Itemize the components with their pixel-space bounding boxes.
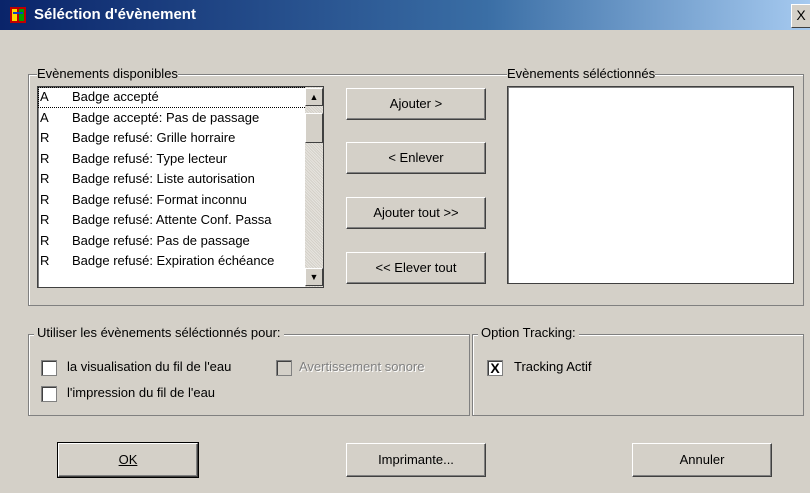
cancel-button-label: Annuler: [679, 452, 725, 467]
sound-alert-checkbox: [276, 360, 292, 376]
scroll-down-button[interactable]: ▼: [305, 268, 323, 286]
event-code: A: [40, 109, 49, 125]
remove-button-label: < Enlever: [388, 150, 444, 165]
event-label: Badge refusé: Format inconnu: [72, 191, 247, 207]
check-mark-icon: X: [490, 360, 500, 376]
scroll-up-button[interactable]: ▲: [305, 88, 323, 106]
event-label: Badge accepté: [72, 89, 159, 104]
list-item[interactable]: R Badge refusé: Format inconnu: [38, 190, 323, 211]
tracking-label: Option Tracking:: [478, 325, 579, 340]
selected-events-list[interactable]: [507, 86, 794, 284]
event-code: R: [40, 232, 50, 248]
event-code: R: [40, 191, 50, 207]
add-all-button[interactable]: Ajouter tout >>: [346, 197, 486, 229]
arrow-up-icon: ▲: [309, 92, 319, 102]
event-code: R: [40, 150, 50, 166]
event-code: R: [40, 212, 50, 227]
remove-all-button[interactable]: << Elever tout: [346, 252, 486, 284]
add-button-label: Ajouter >: [389, 96, 443, 111]
event-label: Badge accepté: Pas de passage: [72, 109, 260, 125]
add-button[interactable]: Ajouter >: [346, 88, 486, 120]
ok-button-label: OK: [118, 452, 138, 467]
event-label: Badge refusé: Grille horraire: [72, 130, 236, 145]
ok-button[interactable]: OK: [57, 442, 199, 478]
available-events-scrollbar[interactable]: ▲ ▼: [305, 87, 323, 287]
cancel-button[interactable]: Annuler: [632, 443, 772, 477]
print-checkbox[interactable]: [41, 386, 57, 402]
event-label: Badge refusé: Liste autorisation: [72, 171, 255, 186]
event-code: R: [40, 171, 50, 186]
selected-events-label: Evènements séléctionnés: [507, 66, 656, 81]
list-item[interactable]: R Badge refusé: Grille horraire: [38, 128, 323, 149]
title-bar: Séléction d'évènement X: [0, 0, 810, 30]
arrow-down-icon: ▼: [309, 272, 319, 282]
add-all-button-label: Ajouter tout >>: [373, 205, 459, 220]
close-button[interactable]: X: [791, 4, 810, 28]
remove-all-button-label: << Elever tout: [375, 260, 457, 275]
printer-button[interactable]: Imprimante...: [346, 443, 486, 477]
list-item[interactable]: R Badge refusé: Pas de passage: [38, 231, 323, 252]
list-item[interactable]: A Badge accepté: [38, 87, 323, 108]
list-item[interactable]: R Badge refusé: Type lecteur: [38, 149, 323, 170]
available-events-list[interactable]: A Badge accepté A Badge accepté: Pas de pas…: [37, 86, 324, 288]
close-icon: X: [796, 7, 806, 23]
available-events-label: Evènements disponibles: [37, 66, 178, 81]
event-code: R: [40, 130, 50, 145]
available-events-rows: A Badge accepté A Badge accepté: Pas de pas…: [38, 87, 323, 272]
tracking-group: [472, 334, 804, 416]
event-code: R: [40, 253, 50, 268]
use-for-label: Utiliser les évènements séléctionnés pou…: [34, 325, 284, 340]
list-item[interactable]: R Badge refusé: Liste autorisation: [38, 169, 323, 190]
event-label: Badge refusé: Expiration échéance: [72, 253, 275, 268]
print-label: l'impression du fil de l'eau: [67, 385, 216, 400]
app-icon: [10, 7, 26, 23]
sound-alert-label: Avertissement sonore: [299, 359, 425, 374]
tracking-checkbox[interactable]: X: [487, 360, 503, 376]
event-label: Badge refusé: Pas de passage: [72, 232, 250, 248]
remove-button[interactable]: < Enlever: [346, 142, 486, 174]
scroll-thumb[interactable]: [305, 113, 323, 143]
list-item[interactable]: A Badge accepté: Pas de passage: [38, 108, 323, 129]
tracking-active-label: Tracking Actif: [514, 359, 592, 374]
list-item[interactable]: R Badge refusé: Expiration échéance: [38, 251, 323, 272]
event-label: Badge refusé: Attente Conf. Passa: [72, 212, 272, 227]
list-item[interactable]: R Badge refusé: Attente Conf. Passa: [38, 210, 323, 231]
event-code: A: [40, 89, 49, 104]
printer-button-label: Imprimante...: [378, 452, 454, 467]
window-title: Séléction d'évènement: [34, 6, 196, 23]
use-for-group: [28, 334, 470, 416]
visualisation-label: la visualisation du fil de l'eau: [67, 359, 232, 374]
event-label: Badge refusé: Type lecteur: [72, 150, 228, 166]
visualisation-checkbox[interactable]: [41, 360, 57, 376]
